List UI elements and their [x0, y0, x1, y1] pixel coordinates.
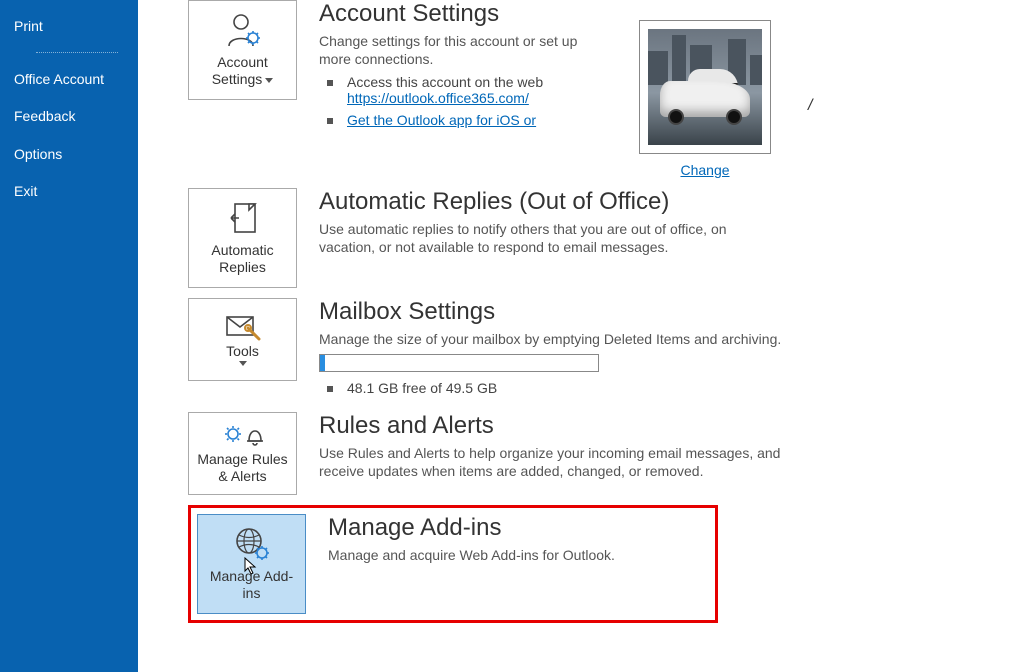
sidebar-item-options[interactable]: Options	[0, 136, 138, 174]
section-manage-addins: Manage Add-ins Manage Add-ins Manage and…	[197, 514, 709, 614]
outlook-web-link[interactable]: https://outlook.office365.com/	[347, 90, 529, 106]
account-settings-tile[interactable]: Account Settings	[188, 0, 297, 100]
main-content: / Account Settings Account Settings Chan…	[138, 0, 1035, 672]
mouse-cursor	[244, 557, 258, 578]
tile-label: Manage Rules & Alerts	[189, 451, 296, 485]
account-photo-frame[interactable]	[639, 20, 771, 154]
mailbox-storage-bar	[319, 354, 599, 372]
storage-text: 48.1 GB free of 49.5 GB	[319, 380, 995, 396]
addins-content: Manage Add-ins Manage and acquire Web Ad…	[328, 514, 709, 570]
account-settings-content: Account Settings Change settings for thi…	[319, 0, 609, 134]
automatic-replies-content: Automatic Replies (Out of Office) Use au…	[319, 188, 995, 262]
storage-fill	[320, 355, 325, 371]
sidebar-item-print[interactable]: Print	[0, 8, 138, 46]
manage-addins-tile[interactable]: Manage Add-ins	[197, 514, 306, 614]
sidebar-label: Options	[14, 146, 62, 162]
section-desc: Use Rules and Alerts to help organize yo…	[319, 444, 829, 480]
section-title: Mailbox Settings	[319, 298, 995, 326]
sidebar-divider	[36, 52, 118, 53]
section-title: Manage Add-ins	[328, 514, 709, 542]
chevron-down-icon	[239, 361, 247, 366]
bullet-access-web: Access this account on the web https://o…	[319, 74, 609, 106]
sidebar-item-office-account[interactable]: Office Account	[0, 61, 138, 99]
person-gear-icon	[223, 12, 263, 48]
envelope-wrench-icon	[223, 313, 263, 341]
section-title: Account Settings	[319, 0, 609, 28]
addins-highlight: Manage Add-ins Manage Add-ins Manage and…	[188, 505, 718, 623]
sidebar-item-feedback[interactable]: Feedback	[0, 98, 138, 136]
section-desc: Change settings for this account or set …	[319, 32, 609, 68]
section-automatic-replies: Automatic Replies Automatic Replies (Out…	[188, 188, 995, 288]
bullet-get-app: Get the Outlook app for iOS or	[319, 112, 609, 128]
section-desc: Manage and acquire Web Add-ins for Outlo…	[328, 546, 709, 564]
change-photo-link[interactable]: Change	[680, 162, 729, 178]
section-title: Automatic Replies (Out of Office)	[319, 188, 995, 216]
chevron-down-icon	[265, 78, 273, 83]
car-photo	[648, 29, 762, 145]
sidebar-item-exit[interactable]: Exit	[0, 173, 138, 211]
tile-label: Tools	[220, 343, 265, 360]
rules-content: Rules and Alerts Use Rules and Alerts to…	[319, 412, 995, 486]
section-rules-alerts: Manage Rules & Alerts Rules and Alerts U…	[188, 412, 995, 495]
tile-label: Account Settings	[189, 54, 296, 88]
tools-tile[interactable]: Tools	[188, 298, 297, 381]
stray-link-char: /	[808, 97, 812, 115]
section-account-settings: Account Settings Account Settings Change…	[188, 0, 995, 178]
section-desc: Use automatic replies to notify others t…	[319, 220, 779, 256]
tile-label: Automatic Replies	[189, 242, 296, 276]
sidebar-label: Feedback	[14, 108, 75, 124]
automatic-replies-tile[interactable]: Automatic Replies	[188, 188, 297, 288]
account-photo-block: Change	[639, 20, 771, 178]
sidebar-label: Exit	[14, 183, 37, 199]
sidebar-label: Office Account	[14, 71, 104, 87]
gear-bell-icon	[221, 423, 265, 449]
rules-alerts-tile[interactable]: Manage Rules & Alerts	[188, 412, 297, 495]
sidebar-label: Print	[14, 18, 43, 34]
mailbox-content: Mailbox Settings Manage the size of your…	[319, 298, 995, 402]
get-app-link[interactable]: Get the Outlook app for iOS or	[347, 112, 536, 128]
section-title: Rules and Alerts	[319, 412, 995, 440]
section-desc: Manage the size of your mailbox by empty…	[319, 330, 819, 348]
reply-page-icon	[225, 200, 261, 236]
backstage-sidebar: Print Office Account Feedback Options Ex…	[0, 0, 138, 672]
section-mailbox-settings: Tools Mailbox Settings Manage the size o…	[188, 298, 995, 402]
